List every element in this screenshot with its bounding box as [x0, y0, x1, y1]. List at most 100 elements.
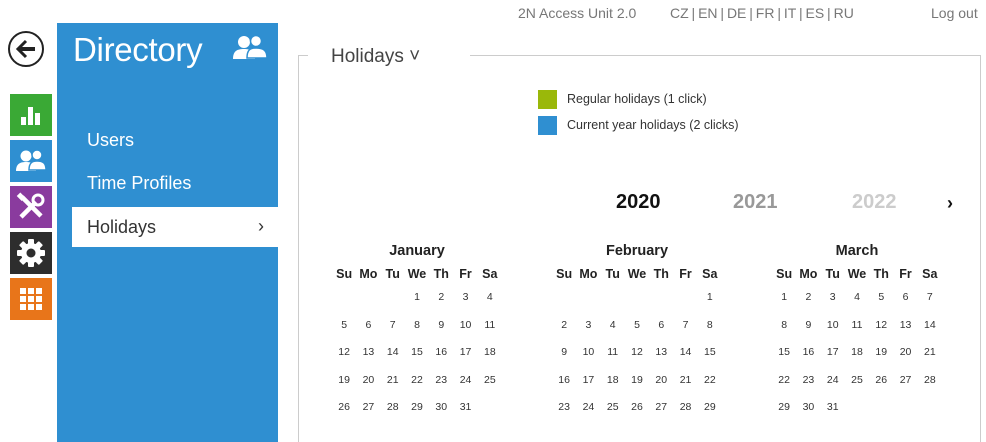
day-cell[interactable]: 26 [332, 397, 356, 413]
day-cell[interactable]: 19 [332, 370, 356, 386]
day-cell[interactable]: 9 [796, 315, 820, 331]
day-cell[interactable]: 27 [356, 397, 380, 413]
day-cell[interactable]: 10 [576, 342, 600, 358]
day-cell[interactable]: 2 [552, 315, 576, 331]
day-cell[interactable]: 4 [845, 287, 869, 303]
hardware-menu-button[interactable] [10, 186, 52, 228]
day-cell[interactable]: 14 [381, 342, 405, 358]
day-cell[interactable]: 3 [576, 315, 600, 331]
sidebar-item-users[interactable]: Users [72, 120, 278, 160]
day-cell[interactable]: 21 [673, 370, 697, 386]
logout-link[interactable]: Log out [931, 5, 978, 21]
day-cell[interactable]: 2 [796, 287, 820, 303]
day-cell[interactable]: 1 [772, 287, 796, 303]
day-cell[interactable]: 6 [649, 315, 673, 331]
holidays-section-title[interactable]: Holidays ˅ [331, 46, 420, 68]
day-cell[interactable]: 23 [796, 370, 820, 386]
day-cell[interactable]: 9 [552, 342, 576, 358]
day-cell[interactable]: 20 [893, 342, 917, 358]
day-cell[interactable]: 12 [332, 342, 356, 358]
day-cell[interactable]: 5 [332, 315, 356, 331]
day-cell[interactable]: 2 [429, 287, 453, 303]
year-current[interactable]: 2020 [616, 191, 661, 214]
day-cell[interactable]: 29 [405, 397, 429, 413]
day-cell[interactable]: 13 [893, 315, 917, 331]
day-cell[interactable]: 17 [453, 342, 477, 358]
day-cell[interactable]: 14 [673, 342, 697, 358]
day-cell[interactable]: 3 [821, 287, 845, 303]
day-cell[interactable]: 14 [918, 315, 942, 331]
day-cell[interactable]: 9 [429, 315, 453, 331]
day-cell[interactable]: 18 [601, 370, 625, 386]
day-cell[interactable]: 19 [869, 342, 893, 358]
day-cell[interactable]: 25 [478, 370, 502, 386]
day-cell[interactable]: 8 [772, 315, 796, 331]
day-cell[interactable]: 20 [649, 370, 673, 386]
day-cell[interactable]: 10 [821, 315, 845, 331]
sidebar-item-holidays[interactable]: Holidays › [72, 207, 278, 247]
sidebar-item-time-profiles[interactable]: Time Profiles [72, 163, 278, 203]
day-cell[interactable]: 27 [893, 370, 917, 386]
day-cell[interactable]: 25 [845, 370, 869, 386]
day-cell[interactable]: 3 [453, 287, 477, 303]
day-cell[interactable]: 29 [772, 397, 796, 413]
day-cell[interactable]: 24 [821, 370, 845, 386]
day-cell[interactable]: 11 [845, 315, 869, 331]
year-after-next[interactable]: 2022 [852, 191, 897, 214]
day-cell[interactable]: 5 [625, 315, 649, 331]
day-cell[interactable]: 1 [405, 287, 429, 303]
day-cell[interactable]: 7 [918, 287, 942, 303]
day-cell[interactable]: 16 [796, 342, 820, 358]
day-cell[interactable]: 15 [405, 342, 429, 358]
day-cell[interactable]: 25 [601, 397, 625, 413]
day-cell[interactable]: 31 [453, 397, 477, 413]
day-cell[interactable]: 21 [381, 370, 405, 386]
day-cell[interactable]: 28 [918, 370, 942, 386]
day-cell[interactable]: 22 [698, 370, 722, 386]
day-cell[interactable]: 22 [772, 370, 796, 386]
day-cell[interactable]: 28 [673, 397, 697, 413]
status-menu-button[interactable] [10, 94, 52, 136]
day-cell[interactable]: 30 [796, 397, 820, 413]
day-cell[interactable]: 29 [698, 397, 722, 413]
day-cell[interactable]: 6 [356, 315, 380, 331]
day-cell[interactable]: 16 [429, 342, 453, 358]
day-cell[interactable]: 10 [453, 315, 477, 331]
services-menu-button[interactable] [10, 232, 52, 274]
day-cell[interactable]: 31 [821, 397, 845, 413]
day-cell[interactable]: 15 [698, 342, 722, 358]
day-cell[interactable]: 23 [429, 370, 453, 386]
day-cell[interactable]: 18 [478, 342, 502, 358]
day-cell[interactable]: 4 [478, 287, 502, 303]
day-cell[interactable]: 30 [429, 397, 453, 413]
day-cell[interactable]: 24 [576, 397, 600, 413]
day-cell[interactable]: 24 [453, 370, 477, 386]
day-cell[interactable]: 12 [625, 342, 649, 358]
day-cell[interactable]: 11 [601, 342, 625, 358]
day-cell[interactable]: 6 [893, 287, 917, 303]
language-selector[interactable]: CZ | EN | DE | FR | IT | ES | RU [670, 5, 854, 21]
day-cell[interactable]: 13 [356, 342, 380, 358]
day-cell[interactable]: 8 [698, 315, 722, 331]
day-cell[interactable]: 12 [869, 315, 893, 331]
day-cell[interactable]: 28 [381, 397, 405, 413]
day-cell[interactable]: 17 [576, 370, 600, 386]
day-cell[interactable]: 5 [869, 287, 893, 303]
day-cell[interactable]: 11 [478, 315, 502, 331]
day-cell[interactable]: 4 [601, 315, 625, 331]
day-cell[interactable]: 7 [673, 315, 697, 331]
directory-menu-button[interactable] [10, 140, 52, 182]
day-cell[interactable]: 18 [845, 342, 869, 358]
day-cell[interactable]: 26 [625, 397, 649, 413]
day-cell[interactable]: 22 [405, 370, 429, 386]
year-next[interactable]: 2021 [733, 191, 778, 214]
day-cell[interactable]: 15 [772, 342, 796, 358]
day-cell[interactable]: 20 [356, 370, 380, 386]
day-cell[interactable]: 27 [649, 397, 673, 413]
day-cell[interactable]: 23 [552, 397, 576, 413]
system-menu-button[interactable] [10, 278, 52, 320]
day-cell[interactable]: 8 [405, 315, 429, 331]
day-cell[interactable]: 1 [698, 287, 722, 303]
day-cell[interactable]: 19 [625, 370, 649, 386]
day-cell[interactable]: 13 [649, 342, 673, 358]
